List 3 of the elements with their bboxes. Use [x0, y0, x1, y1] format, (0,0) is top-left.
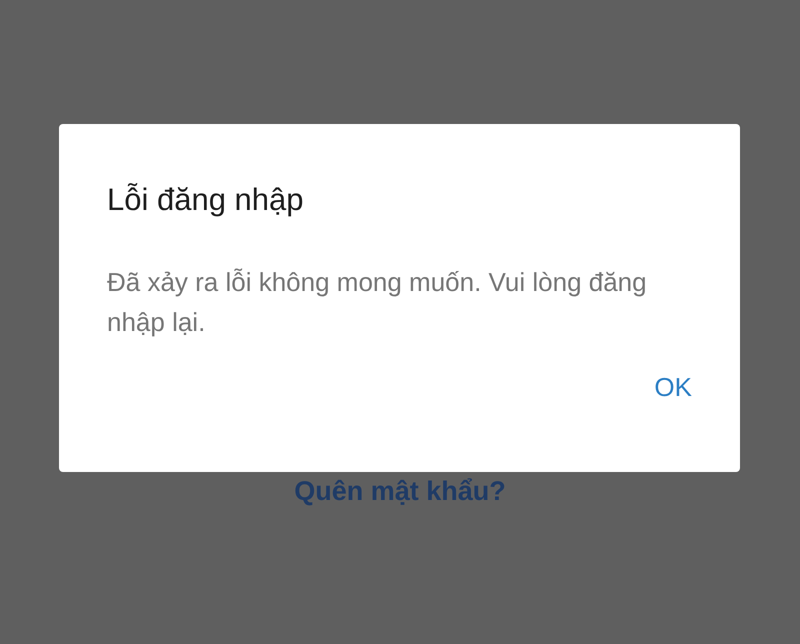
ok-button[interactable]: OK — [644, 364, 692, 411]
dialog-title: Lỗi đăng nhập — [107, 181, 305, 219]
dialog-message: Đã xảy ra lỗi không mong muốn. Vui lòng đăng nhập lại. — [107, 266, 648, 339]
